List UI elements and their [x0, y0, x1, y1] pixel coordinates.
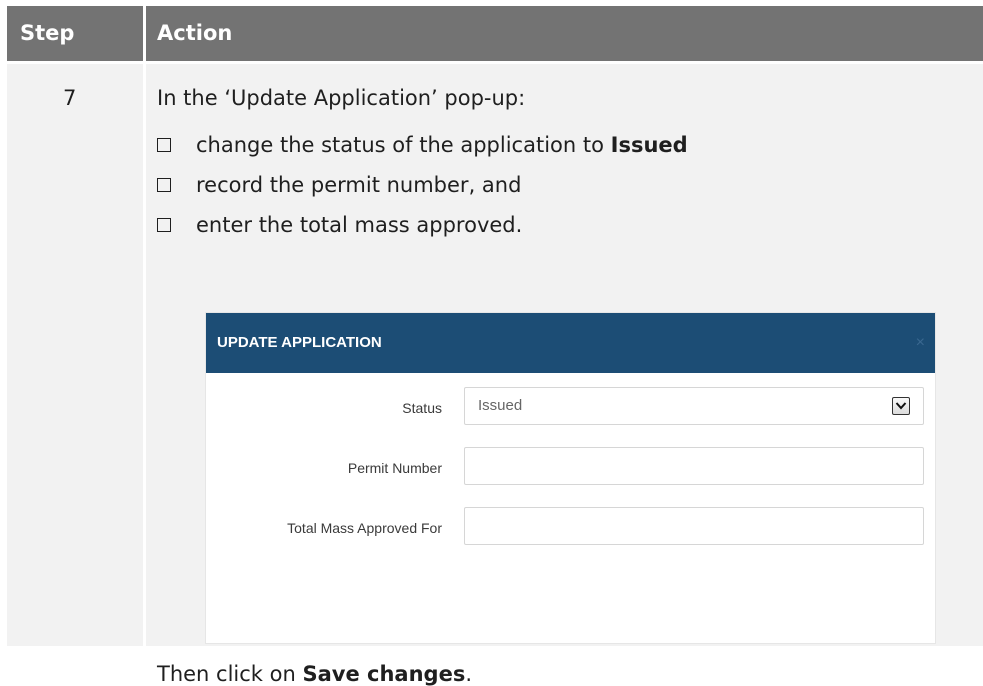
bullet-text: enter the total mass approved.	[196, 213, 523, 237]
permit-number-field[interactable]	[464, 447, 924, 485]
step-number: 7	[63, 86, 77, 110]
bullet-text: change the status of the application to …	[196, 133, 688, 157]
bullet-text: record the permit number, and	[196, 173, 522, 197]
step-cell: 7	[7, 64, 143, 646]
list-item: record the permit number, and	[157, 170, 688, 210]
chevron-down-icon[interactable]	[892, 397, 910, 415]
column-header-step: Step	[7, 6, 143, 61]
status-select[interactable]: Issued	[464, 387, 924, 425]
total-mass-field[interactable]	[464, 507, 924, 545]
permit-number-label: Permit Number	[347, 460, 442, 476]
action-cell: In the ‘Update Application’ pop-up: chan…	[146, 64, 983, 686]
dialog-title: UPDATE APPLICATION	[217, 334, 382, 351]
checkbox-outline-icon	[157, 138, 171, 152]
list-item: enter the total mass approved.	[157, 210, 688, 250]
checkbox-outline-icon	[157, 178, 171, 192]
total-mass-label: Total Mass Approved For	[287, 520, 442, 536]
status-selected-value: Issued	[478, 397, 523, 414]
close-icon[interactable]: ×	[916, 313, 925, 373]
action-outro: Then click on Save changes.	[157, 662, 473, 686]
column-header-action: Action	[146, 6, 983, 61]
checkbox-outline-icon	[157, 218, 171, 232]
update-application-dialog: UPDATE APPLICATION × Status Issued Permi…	[205, 312, 936, 644]
bullet-emphasis: Issued	[610, 133, 688, 157]
procedure-table: Step Action 7 In the ‘Update Application…	[7, 6, 983, 686]
status-label: Status	[402, 400, 442, 416]
action-intro: In the ‘Update Application’ pop-up:	[157, 86, 526, 110]
list-item: change the status of the application to …	[157, 130, 688, 170]
dialog-header: UPDATE APPLICATION ×	[206, 313, 935, 373]
action-bullet-list: change the status of the application to …	[157, 130, 688, 250]
save-changes-emphasis: Save changes	[302, 662, 466, 686]
